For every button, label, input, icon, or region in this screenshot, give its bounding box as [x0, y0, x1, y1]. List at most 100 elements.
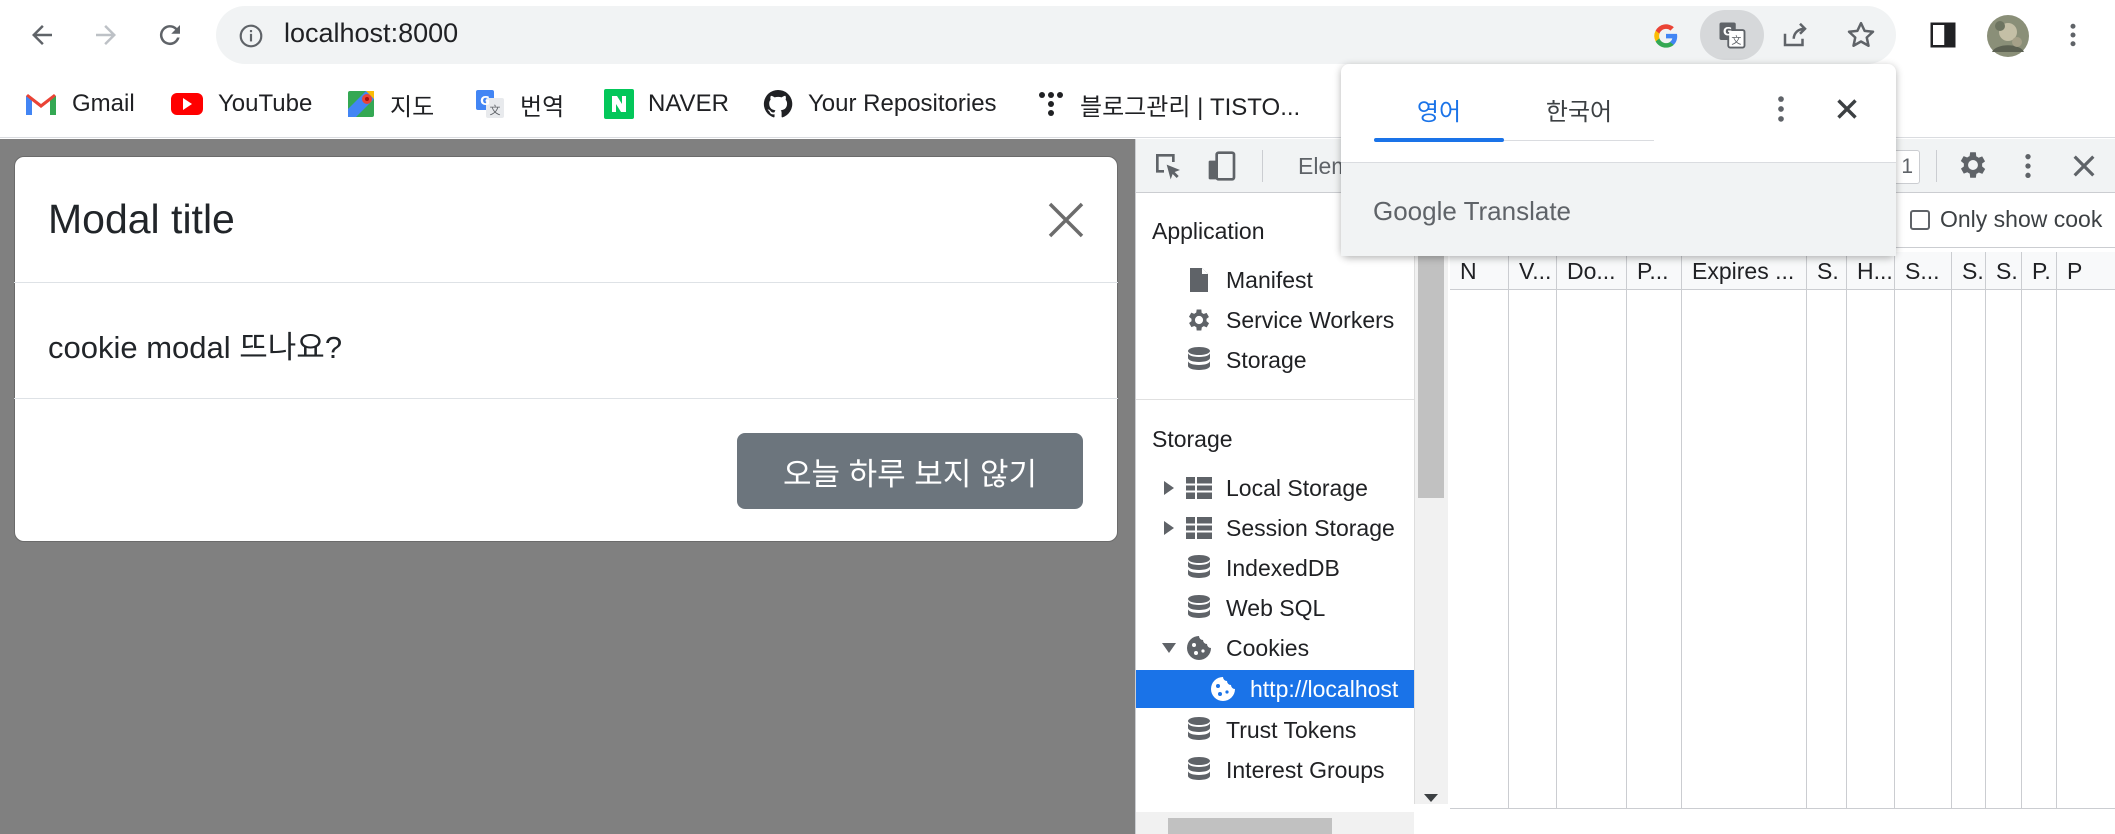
google-translate-logo: Google Translate — [1373, 196, 1572, 226]
bookmark-label: 블로그관리 | TISTO... — [1080, 93, 1301, 121]
sidebar-item-label: Interest Groups — [1226, 756, 1385, 783]
svg-text:文: 文 — [490, 103, 501, 117]
scroll-down-arrow-icon[interactable] — [1422, 792, 1440, 804]
sidebar-item-cookies[interactable]: Cookies — [1160, 629, 1309, 667]
column-divider — [2056, 290, 2057, 808]
forward-button[interactable] — [82, 11, 130, 59]
sidebar-header-storage: Storage — [1152, 426, 1233, 452]
tab-source-language[interactable]: 영어 — [1374, 92, 1504, 140]
sidebar-item-label: Web SQL — [1226, 594, 1326, 621]
google-icon[interactable] — [1652, 22, 1680, 50]
toolbar-divider — [1936, 150, 1937, 182]
tistory-icon — [1039, 92, 1063, 116]
bookmark-youtube[interactable]: YouTube — [170, 82, 312, 126]
sidebar-item-service-workers[interactable]: Service Workers — [1184, 301, 1394, 339]
sidebar-horizontal-thumb[interactable] — [1168, 818, 1332, 834]
sidebar-item-label: Service Workers — [1226, 306, 1395, 333]
modal-header-divider — [14, 282, 1118, 283]
column-header[interactable]: H... — [1846, 252, 1894, 290]
devtools-menu-icon[interactable] — [2012, 150, 2044, 182]
column-header[interactable]: Do... — [1556, 252, 1626, 290]
bookmark-star-icon[interactable] — [1846, 20, 1876, 50]
maps-icon — [348, 91, 374, 117]
column-header[interactable]: V... — [1508, 252, 1556, 290]
column-header[interactable]: S. — [1806, 252, 1846, 290]
device-toolbar-icon[interactable] — [1206, 150, 1238, 182]
gear-icon[interactable] — [1956, 148, 1990, 182]
cookie-table-footer — [1450, 808, 2115, 834]
translate-options-icon[interactable] — [1764, 92, 1798, 126]
address-bar[interactable] — [216, 6, 1896, 64]
column-header[interactable]: P... — [1626, 252, 1681, 290]
sidebar-item-session-storage[interactable]: Session Storage — [1160, 509, 1395, 547]
column-divider — [1894, 290, 1895, 808]
column-header[interactable]: S... — [1894, 252, 1951, 290]
database-icon — [1184, 553, 1214, 583]
column-header[interactable]: S. — [1951, 252, 1985, 290]
bookmark-maps[interactable]: 지도 — [346, 82, 434, 126]
reload-icon — [159, 25, 180, 46]
share-icon[interactable] — [1780, 20, 1810, 50]
sidebar-item-label: IndexedDB — [1226, 554, 1340, 581]
column-header[interactable]: P. — [2021, 252, 2056, 290]
profile-avatar[interactable] — [1986, 14, 2030, 58]
github-icon — [763, 89, 793, 118]
sidebar-item-manifest[interactable]: Manifest — [1184, 261, 1313, 299]
sidebar-item-label: Manifest — [1226, 266, 1313, 293]
back-button[interactable] — [18, 11, 66, 59]
gear-icon — [1184, 305, 1214, 335]
translate-page-button[interactable]: G文 — [1700, 10, 1764, 60]
bookmark-naver[interactable]: NAVER — [604, 82, 729, 126]
active-tab-indicator — [1374, 138, 1504, 142]
tab-target-language[interactable]: 한국어 — [1504, 92, 1654, 140]
expand-triangle-icon[interactable] — [1160, 480, 1178, 496]
column-divider — [1681, 290, 1682, 808]
sidebar-item-label: Trust Tokens — [1226, 716, 1357, 743]
table-icon — [1184, 473, 1214, 503]
browser-menu-icon[interactable] — [2058, 20, 2088, 50]
table-icon — [1184, 513, 1214, 543]
only-show-issues-filter[interactable]: Only show cook — [1910, 206, 2102, 233]
back-arrow-icon — [32, 25, 52, 45]
column-divider — [1985, 290, 1986, 808]
column-header[interactable]: P — [2056, 252, 2115, 290]
bookmark-github[interactable]: Your Repositories — [762, 82, 997, 126]
cookie-icon — [1184, 633, 1214, 663]
devtools-close-icon[interactable] — [2068, 150, 2100, 182]
file-icon — [1184, 265, 1214, 295]
sidebar-item-indexeddb[interactable]: IndexedDB — [1184, 549, 1340, 587]
collapse-triangle-icon[interactable] — [1160, 641, 1178, 655]
sidebar-item-local-storage[interactable]: Local Storage — [1160, 469, 1368, 507]
sidebar-item-label: http://localhost — [1250, 675, 1399, 702]
bookmark-translate[interactable]: G文 번역 — [474, 82, 564, 126]
database-icon — [1184, 345, 1214, 375]
sidebar-item-label: Cookies — [1226, 634, 1310, 661]
translate-icon: G文 — [476, 90, 504, 118]
modal-body-text: cookie modal 뜨나요? — [48, 330, 343, 365]
inspect-element-icon[interactable] — [1152, 150, 1184, 182]
site-info-icon[interactable] — [238, 23, 264, 49]
sidebar-item-interest-groups[interactable]: Interest Groups — [1184, 751, 1385, 789]
bookmark-gmail[interactable]: Gmail — [24, 82, 135, 126]
sidebar-item-web-sql[interactable]: Web SQL — [1184, 589, 1325, 627]
side-panel-icon[interactable] — [1928, 20, 1958, 50]
only-show-checkbox[interactable] — [1910, 209, 1930, 230]
sidebar-item-storage-overview[interactable]: Storage — [1184, 341, 1307, 379]
modal-footer-divider — [14, 398, 1118, 399]
bookmark-label: NAVER — [648, 90, 729, 117]
reload-button[interactable] — [146, 11, 194, 59]
column-header[interactable]: N — [1450, 252, 1508, 290]
url-text[interactable]: localhost:8000 — [284, 18, 458, 49]
sidebar-item-trust-tokens[interactable]: Trust Tokens — [1184, 711, 1356, 749]
expand-triangle-icon[interactable] — [1160, 520, 1178, 536]
column-header[interactable]: S. — [1985, 252, 2021, 290]
column-divider — [2021, 290, 2022, 808]
sidebar-item-cookie-localhost[interactable]: http://localhost — [1208, 670, 1398, 708]
sidebar-item-label: Session Storage — [1226, 514, 1395, 541]
youtube-icon — [171, 93, 203, 115]
modal-close-button[interactable] — [1044, 198, 1092, 246]
translate-close-icon[interactable] — [1830, 92, 1864, 126]
bookmark-tistory[interactable]: 블로그관리 | TISTO... — [1036, 82, 1300, 126]
dont-show-today-button[interactable]: 오늘 하루 보지 않기 — [737, 433, 1083, 509]
column-header[interactable]: Expires ... — [1681, 252, 1806, 290]
